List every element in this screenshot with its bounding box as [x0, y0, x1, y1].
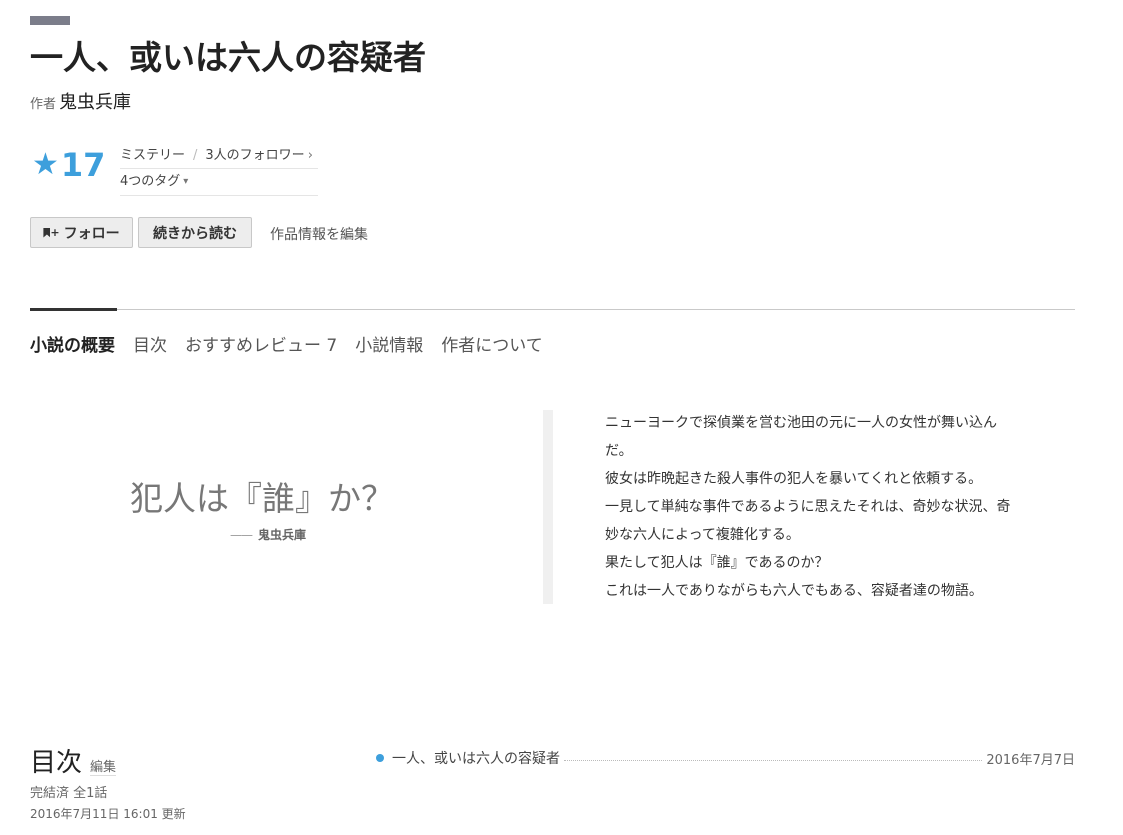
author-line: 作者 鬼虫兵庫 — [30, 88, 131, 114]
episode-date: 2016年7月7日 — [986, 752, 1075, 768]
tags-label: 4つのタグ — [120, 174, 181, 189]
introduction-text: ニューヨークで探偵業を営む池田の元に一人の女性が舞い込ん だ。 彼女は昨晩起きた… — [605, 409, 1055, 605]
genre-link[interactable]: ミステリー — [120, 144, 185, 168]
work-meta: ミステリー / 3人のフォロワー › 4つのタグ ▾ — [120, 144, 318, 196]
intro-line: 一見して単純な事件であるように思えたそれは、奇妙な状況、奇 — [605, 499, 1011, 515]
intro-line: 果たして犯人は『誰』であるのか？ — [605, 555, 829, 571]
author-name-link[interactable]: 鬼虫兵庫 — [59, 92, 131, 113]
tab-novel-info[interactable]: 小説情報 — [355, 331, 423, 356]
intro-line: これは一人でありながらも六人でもある、容疑者達の物語。 — [605, 583, 983, 599]
completion-status: 完結済 全1話 — [30, 786, 108, 801]
tags-toggle[interactable]: 4つのタグ ▾ — [120, 169, 318, 196]
tab-overview[interactable]: 小説の概要 — [30, 331, 115, 356]
dotted-leader — [564, 759, 983, 761]
intro-line: 彼女は昨晩起きた殺人事件の犯人を暴いてくれと依頼する。 — [605, 471, 983, 487]
unread-dot-icon — [376, 754, 384, 762]
work-title[interactable]: 一人、或いは六人の容疑者 — [30, 36, 426, 80]
edit-work-info-link[interactable]: 作品情報を編集 — [270, 224, 368, 244]
followers-link[interactable]: 3人のフォロワー — [205, 144, 304, 168]
chevron-down-icon: ▾ — [183, 176, 189, 187]
catchphrase: 犯人は『誰』か？ — [130, 479, 394, 518]
catch-author-name: 鬼虫兵庫 — [258, 528, 307, 542]
genre-color-bar — [30, 16, 70, 25]
episode-list-item[interactable]: 一人、或いは六人の容疑者 2016年7月7日 — [376, 748, 1075, 768]
toc-heading: 目次 — [30, 748, 83, 778]
toc-edit-link[interactable]: 編集 — [90, 756, 117, 776]
tab-about-author[interactable]: 作者について — [441, 331, 543, 356]
author-label: 作者 — [30, 97, 57, 112]
tab-toc[interactable]: 目次 — [133, 331, 167, 356]
last-updated: 2016年7月11日 16:01 更新 — [30, 807, 186, 821]
bookmark-plus-icon: + — [43, 226, 60, 239]
star-icon: ★ — [32, 147, 59, 182]
separator-slash: / — [193, 148, 198, 163]
episode-title: 一人、或いは六人の容疑者 — [392, 751, 560, 767]
intro-line: 妙な六人によって複雑化する。 — [605, 527, 800, 543]
follow-button-label: フォロー — [63, 225, 120, 242]
catch-dash: —— — [230, 528, 253, 542]
continue-reading-button[interactable]: 続きから読む — [138, 217, 252, 248]
intro-line: ニューヨークで探偵業を営む池田の元に一人の女性が舞い込ん — [605, 415, 997, 431]
tab-divider — [30, 309, 1075, 310]
tab-reviews[interactable]: おすすめレビュー 7 — [185, 331, 337, 356]
catchphrase-author: —— 鬼虫兵庫 — [230, 526, 306, 543]
star-rating: ★ 17 — [32, 146, 105, 184]
star-count: 17 — [60, 146, 106, 184]
chevron-right-icon: › — [307, 148, 313, 163]
summary-divider — [543, 410, 553, 604]
intro-line: だ。 — [605, 443, 633, 459]
tab-bar: 小説の概要 目次 おすすめレビュー 7 小説情報 作者について — [30, 331, 561, 356]
follow-button[interactable]: + フォロー — [30, 217, 133, 248]
tab-active-indicator — [30, 308, 117, 311]
